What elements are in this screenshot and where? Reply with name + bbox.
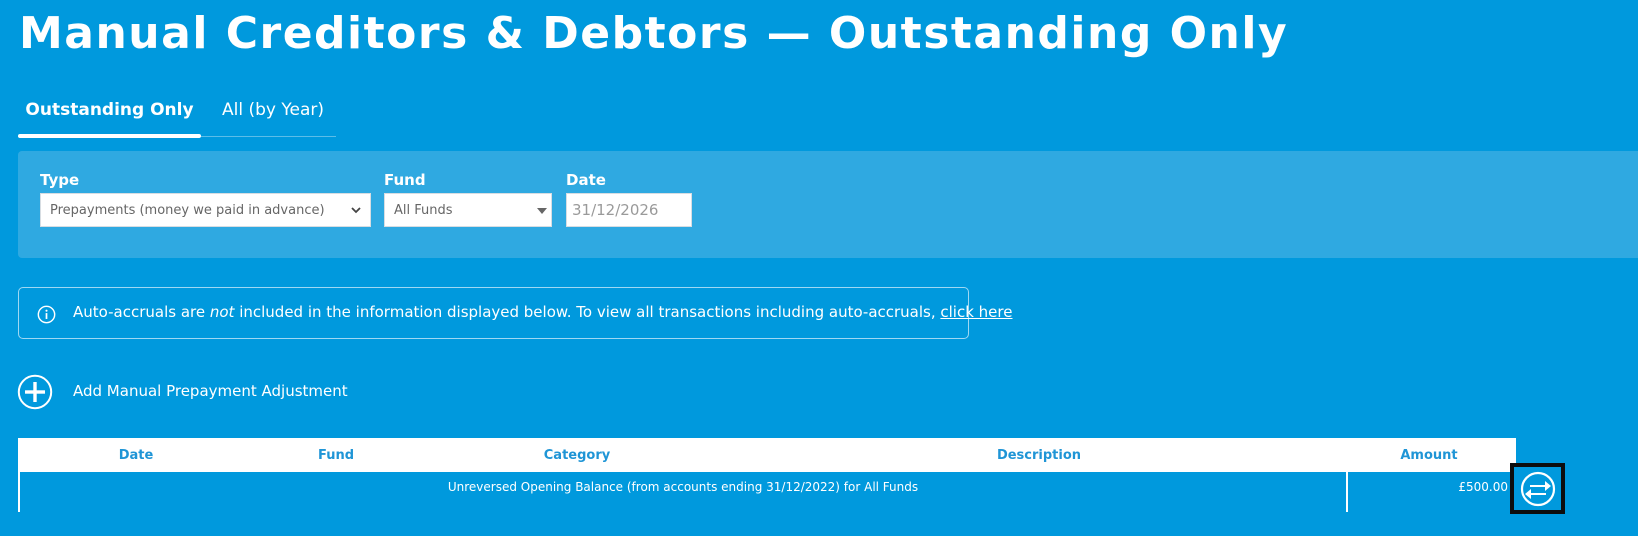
tab-outstanding-only[interactable]: Outstanding Only [18, 94, 201, 138]
chevron-down-icon [351, 207, 361, 214]
caret-down-icon [537, 208, 547, 214]
page-title: Manual Creditors & Debtors — Outstanding… [19, 8, 1289, 59]
tab-bar: Outstanding Only All (by Year) [18, 94, 336, 138]
column-divider [1346, 472, 1348, 512]
info-text-before: Auto-accruals are [73, 303, 210, 321]
info-banner: Auto-accruals are not included in the in… [18, 287, 1012, 339]
fund-select[interactable]: All Funds [384, 193, 552, 227]
column-header-category[interactable]: Category [527, 448, 627, 463]
fund-label: Fund [384, 171, 426, 189]
date-label: Date [566, 171, 606, 189]
add-adjustment-label: Add Manual Prepayment Adjustment [73, 382, 348, 400]
column-header-amount[interactable]: Amount [1389, 448, 1469, 463]
table-row: Unreversed Opening Balance (from account… [18, 472, 1516, 512]
type-select-value: Prepayments (money we paid in advance) [50, 203, 325, 218]
type-select[interactable]: Prepayments (money we paid in advance) [40, 193, 371, 227]
fund-select-value: All Funds [394, 203, 453, 218]
info-text-emphasis: not [209, 303, 235, 321]
click-here-link[interactable]: click here [940, 303, 1012, 321]
table-header: Date Fund Category Description Amount [18, 438, 1516, 472]
date-input[interactable]: 31/12/2026 [566, 193, 692, 227]
info-icon [37, 305, 56, 324]
tab-label: Outstanding Only [25, 100, 194, 120]
swap-arrows-icon [1520, 471, 1556, 507]
filter-panel: Type Prepayments (money we paid in advan… [18, 151, 1638, 258]
tab-all-by-year[interactable]: All (by Year) [210, 94, 336, 138]
info-text-after: included in the information displayed be… [234, 303, 941, 321]
fund-filter: Fund All Funds [384, 171, 552, 227]
type-label: Type [40, 171, 80, 189]
date-filter: Date 31/12/2026 [566, 171, 692, 227]
swap-button[interactable] [1510, 463, 1565, 514]
row-amount: £500.00 [1458, 480, 1508, 494]
swap-button-inner [1514, 467, 1561, 510]
row-description: Unreversed Opening Balance (from account… [447, 480, 919, 494]
tab-label: All (by Year) [222, 100, 324, 120]
page: Manual Creditors & Debtors — Outstanding… [0, 0, 1638, 536]
plus-circle-icon [17, 374, 53, 410]
column-header-date[interactable]: Date [96, 448, 176, 463]
info-text: Auto-accruals are not included in the in… [73, 303, 1012, 321]
column-header-description[interactable]: Description [989, 448, 1089, 463]
active-tab-indicator [18, 134, 201, 138]
type-filter: Type Prepayments (money we paid in advan… [40, 171, 371, 227]
column-header-fund[interactable]: Fund [296, 448, 376, 463]
add-manual-prepayment-button[interactable]: Add Manual Prepayment Adjustment [17, 374, 348, 410]
